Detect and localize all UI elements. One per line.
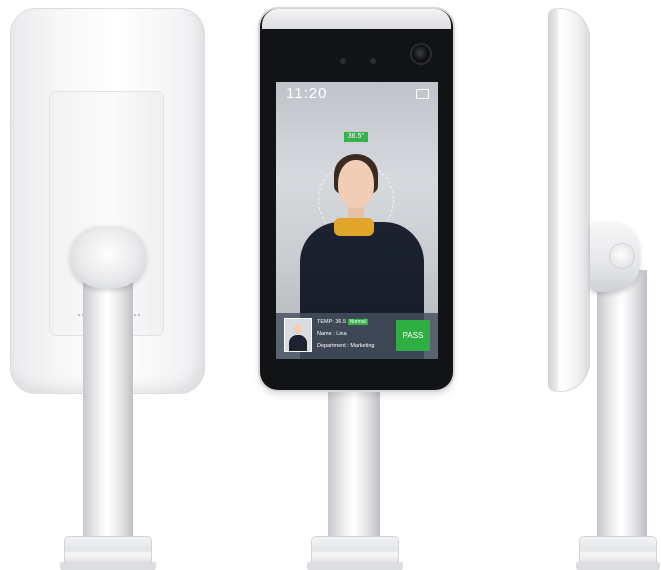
side-view-stand-pole <box>597 270 647 545</box>
temp-status-badge: Normal <box>347 319 368 325</box>
captured-face-thumbnail <box>285 319 311 351</box>
name-line: Name : Lina <box>317 331 347 337</box>
back-view-pole-mount <box>70 226 146 288</box>
thumbnail-face <box>294 324 302 334</box>
temp-value: 36.5 <box>335 319 347 325</box>
temp-line: TEMP: 36.5 Normal <box>317 319 368 326</box>
department-line: Department : Marketing <box>317 343 375 349</box>
screen-cast-icon <box>416 89 429 99</box>
temp-label: TEMP: <box>317 319 334 325</box>
temperature-badge: 36.5° <box>344 132 368 142</box>
person-face <box>338 160 374 208</box>
side-view-front-edge <box>548 8 558 392</box>
pass-indicator: PASS <box>396 320 430 351</box>
side-view-base-foot <box>576 562 660 570</box>
recognition-info-bar: TEMP: 36.5 Normal Name : Lina Department… <box>276 313 438 359</box>
camera-lens-icon <box>412 45 430 63</box>
person-scarf <box>334 218 374 236</box>
ir-sensor-icon <box>340 58 346 64</box>
back-view-stand-pole <box>83 244 133 544</box>
back-view-base-foot <box>60 562 156 570</box>
light-sensor-icon <box>370 58 376 64</box>
front-view-stand-pole <box>328 380 380 545</box>
side-view-mount-knob <box>610 244 634 268</box>
front-view-top-lip <box>262 9 451 29</box>
clock-time: 11:20 <box>286 85 328 102</box>
device-screen: 11:20 36.5° TEMP: 36.5 Normal Name : Lin… <box>276 82 438 359</box>
front-view-base-foot <box>307 562 403 570</box>
thumbnail-torso <box>289 335 307 351</box>
